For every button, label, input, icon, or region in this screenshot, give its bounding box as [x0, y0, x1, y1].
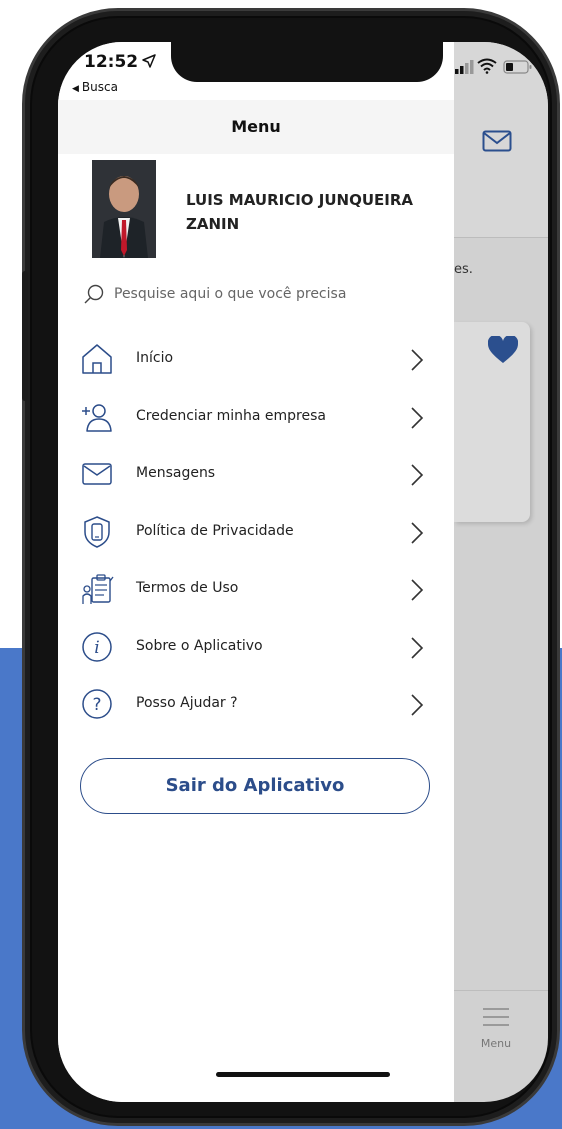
back-arrow-icon: ◀: [72, 84, 79, 94]
help-icon: ?: [82, 689, 112, 719]
menu-item-inicio[interactable]: Início: [58, 330, 454, 388]
phone-screen: es. Menu Menu LUIS MAURICIO JUNQUEIRA ZA: [58, 42, 548, 1102]
menu-item-label: Sobre o Aplicativo: [136, 637, 263, 654]
chevron-right-icon: [411, 694, 424, 716]
side-drawer: Menu LUIS MAURICIO JUNQUEIRA ZANIN Pesqu…: [58, 42, 454, 1102]
wifi-icon: [477, 58, 497, 74]
chevron-right-icon: [411, 406, 424, 429]
chevron-right-icon: [411, 464, 424, 486]
menu-item-label: Mensagens: [136, 465, 216, 481]
background-divider: [454, 237, 548, 238]
menu-item-label: Termos de Uso: [136, 580, 239, 596]
user-name: LUIS MAURICIO JUNQUEIRA ZANIN: [186, 191, 413, 233]
menu-item-label: Posso Ajudar ?: [136, 695, 238, 711]
svg-text:i: i: [94, 638, 99, 658]
logout-button[interactable]: Sair do Aplicativo: [80, 758, 430, 814]
status-time: 12:52: [84, 52, 139, 72]
add-user-icon: [82, 403, 112, 432]
avatar: [92, 160, 156, 258]
menu-item-credenciar[interactable]: Credenciar minha empresa: [58, 388, 454, 446]
envelope-icon[interactable]: [482, 130, 512, 152]
menu-item-mensagens[interactable]: Mensagens: [58, 445, 454, 503]
hamburger-menu-icon[interactable]: [481, 1007, 511, 1027]
drawer-title: Menu: [58, 100, 454, 154]
phone-side-button: [22, 271, 28, 401]
location-arrow-icon: [142, 54, 156, 68]
shield-phone-icon: [84, 515, 110, 548]
menu-item-label: Início: [136, 350, 174, 366]
svg-text:?: ?: [92, 695, 101, 715]
menu-item-ajuda[interactable]: ? Posso Ajudar ?: [58, 675, 454, 733]
chevron-right-icon: [411, 521, 424, 544]
search-icon: [84, 284, 104, 304]
cellular-signal-icon: [455, 60, 474, 74]
bottom-nav-divider: [454, 990, 548, 991]
info-icon: i: [82, 631, 112, 662]
home-indicator: [216, 1072, 390, 1077]
clipboard-person-icon: [82, 574, 114, 604]
menu-item-label: Credenciar minha empresa: [136, 407, 326, 424]
menu-item-politica[interactable]: Política de Privacidade: [58, 503, 454, 561]
phone-notch: [171, 42, 443, 82]
bottom-nav-menu-label[interactable]: Menu: [468, 1037, 524, 1050]
drawer-menu-list: Início Credenciar minha empresa Mensagen…: [58, 330, 454, 733]
home-icon: [82, 344, 112, 374]
back-link[interactable]: ◀ Busca: [72, 80, 118, 94]
status-bar: 12:52 ◀ Busca: [58, 42, 548, 100]
background-text-fragment: es.: [454, 262, 473, 277]
search-input[interactable]: [114, 280, 424, 308]
menu-item-termos[interactable]: Termos de Uso: [58, 560, 454, 618]
search-bar[interactable]: [84, 280, 424, 308]
chevron-right-icon: [411, 579, 424, 601]
chevron-right-icon: [411, 636, 424, 659]
envelope-icon: [82, 463, 112, 485]
menu-item-label: Política de Privacidade: [136, 522, 294, 539]
menu-item-sobre[interactable]: i Sobre o Aplicativo: [58, 618, 454, 676]
heart-icon[interactable]: [488, 336, 518, 364]
chevron-right-icon: [411, 349, 424, 371]
battery-icon: [503, 60, 532, 74]
back-link-label: Busca: [81, 80, 118, 94]
